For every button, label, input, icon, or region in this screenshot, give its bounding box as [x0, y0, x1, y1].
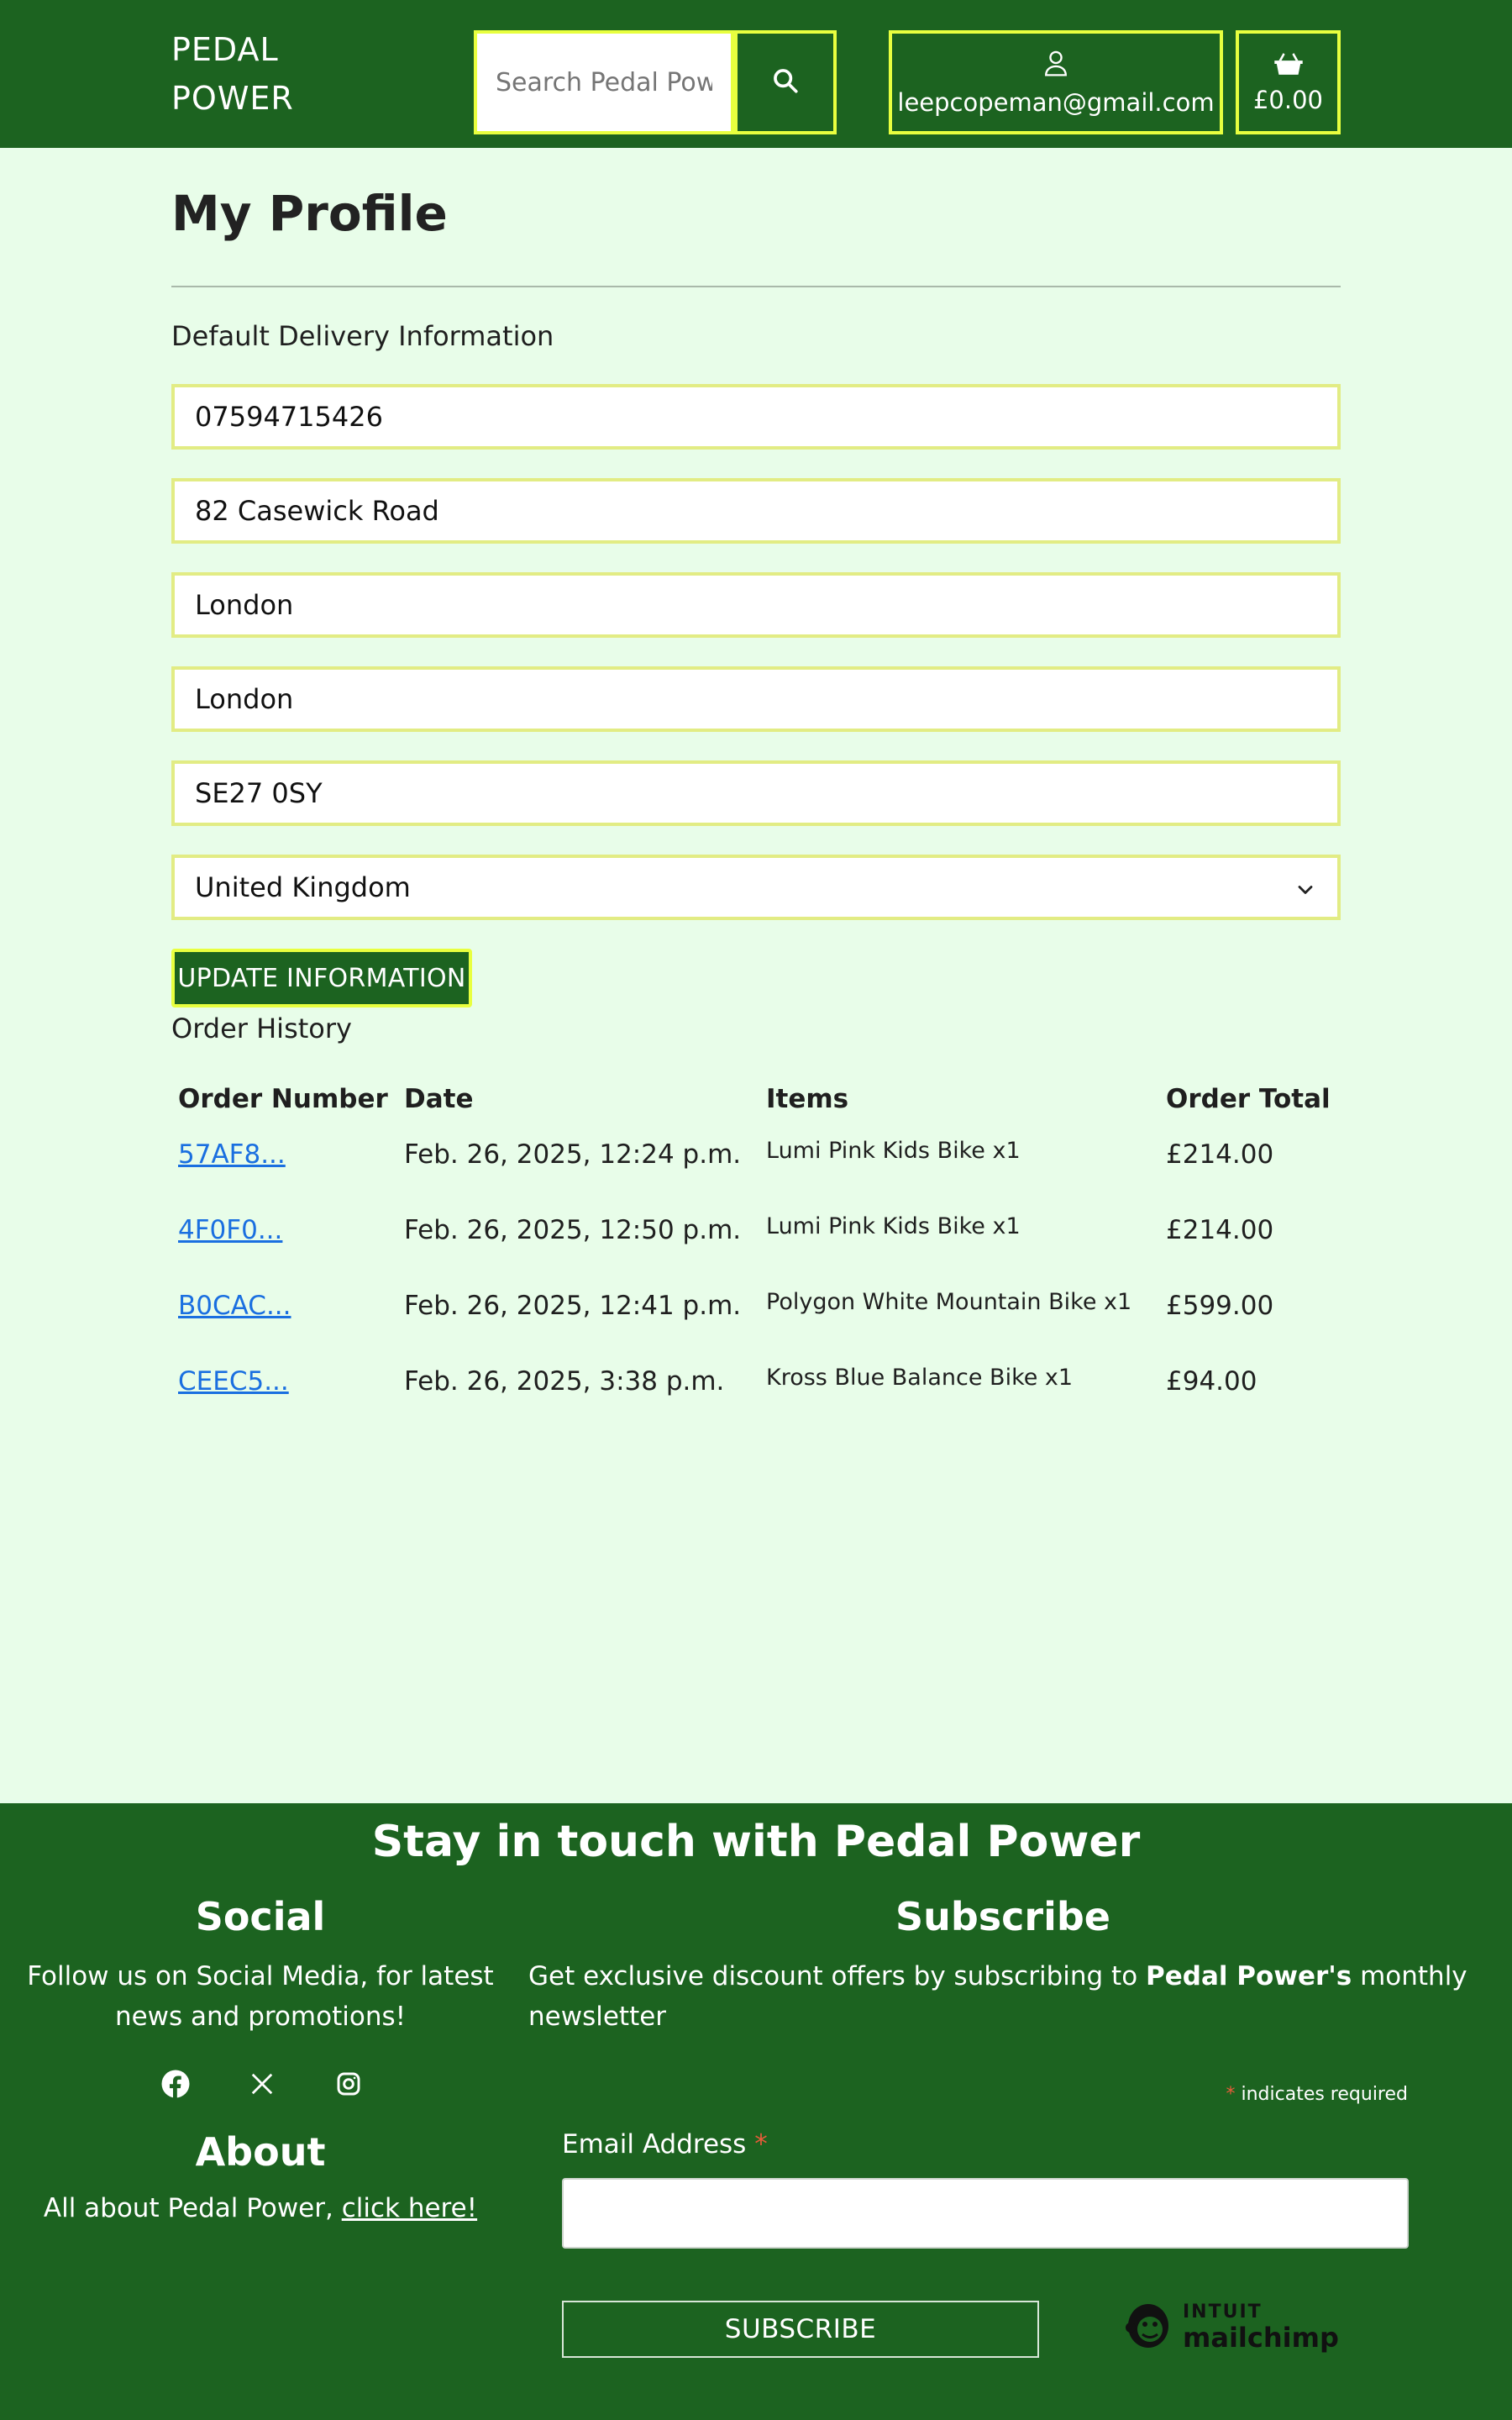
required-star: * — [1226, 2084, 1236, 2105]
col-header-order-number: Order Number — [178, 1084, 388, 1114]
order-date: Feb. 26, 2025, 3:38 p.m. — [404, 1366, 725, 1397]
street-address-field[interactable]: 82 Casewick Road — [171, 478, 1341, 544]
order-total: £214.00 — [1166, 1139, 1274, 1170]
subscribe-text-1: Get exclusive discount offers by subscri… — [528, 1961, 1138, 1991]
email-input[interactable] — [562, 2178, 1409, 2249]
county-field[interactable]: London — [171, 666, 1341, 732]
cart-total: £0.00 — [1252, 85, 1324, 114]
email-label-text: Email Address — [562, 2129, 747, 2160]
about-heading: About — [195, 2129, 326, 2175]
required-note-text: indicates required — [1241, 2084, 1408, 2105]
order-total: £214.00 — [1166, 1215, 1274, 1245]
order-date: Feb. 26, 2025, 12:50 p.m. — [404, 1215, 742, 1245]
town-value: London — [195, 589, 294, 621]
chevron-down-icon — [1294, 876, 1317, 908]
account-button[interactable]: leepcopeman@gmail.com — [889, 30, 1223, 134]
order-date: Feb. 26, 2025, 12:24 p.m. — [404, 1139, 742, 1170]
mailchimp-logo[interactable]: INTUIT mailchimp — [1122, 2296, 1339, 2354]
social-text: Follow us on Social Media, for latest ne… — [0, 1956, 521, 2037]
county-value: London — [195, 683, 294, 715]
order-number-link[interactable]: 4F0F0... — [178, 1215, 282, 1245]
about-text-body: All about Pedal Power, — [43, 2193, 333, 2223]
country-value: United Kingdom — [195, 871, 411, 903]
social-text-line-2: news and promotions! — [114, 2002, 407, 2032]
required-note: * indicates required — [1226, 2084, 1408, 2105]
delivery-section-label: Default Delivery Information — [171, 320, 554, 352]
postcode-value: SE27 0SY — [195, 777, 323, 809]
order-items: Kross Blue Balance Bike x1 — [766, 1365, 1074, 1391]
phone-field[interactable]: 07594715426 — [171, 384, 1341, 450]
search-icon — [771, 66, 800, 98]
account-email: leepcopeman@gmail.com — [897, 87, 1215, 117]
order-number-link[interactable]: 57AF8... — [178, 1139, 286, 1170]
order-total: £94.00 — [1166, 1366, 1257, 1397]
col-header-order-total: Order Total — [1166, 1084, 1331, 1114]
subscribe-text: Get exclusive discount offers by subscri… — [528, 1956, 1478, 2037]
site-footer: Stay in touch with Pedal Power Social Fo… — [0, 1803, 1512, 2420]
order-number-link[interactable]: CEEC5... — [178, 1366, 289, 1397]
about-text: All about Pedal Power, click here! — [0, 2188, 521, 2228]
brand-line-1: PEDAL — [171, 31, 279, 68]
postcode-field[interactable]: SE27 0SY — [171, 760, 1341, 826]
order-total: £599.00 — [1166, 1291, 1274, 1321]
subscribe-button[interactable]: SUBSCRIBE — [562, 2301, 1039, 2358]
site-header: PEDAL POWER leepcopeman@gmail.com £0.00 — [0, 0, 1512, 148]
cart-button[interactable]: £0.00 — [1236, 30, 1341, 134]
street-value: 82 Casewick Road — [195, 495, 439, 527]
order-items: Lumi Pink Kids Bike x1 — [766, 1213, 1021, 1239]
x-icon[interactable] — [245, 2067, 279, 2101]
phone-value: 07594715426 — [195, 401, 383, 433]
subscribe-brand: Pedal Power's — [1146, 1961, 1352, 1991]
subscribe-text-2: monthly — [1360, 1961, 1467, 1991]
order-items: Polygon White Mountain Bike x1 — [766, 1289, 1132, 1315]
social-text-line-1: Follow us on Social Media, for latest — [27, 1961, 494, 1991]
brand-line-2: POWER — [171, 80, 294, 117]
country-select[interactable]: United Kingdom — [171, 855, 1341, 920]
search-button[interactable] — [734, 30, 837, 134]
order-items: Lumi Pink Kids Bike x1 — [766, 1138, 1021, 1164]
facebook-icon[interactable] — [159, 2067, 192, 2101]
subscribe-text-3: newsletter — [528, 2002, 667, 2032]
town-field[interactable]: London — [171, 572, 1341, 638]
basket-icon — [1273, 51, 1304, 82]
page-title: My Profile — [171, 185, 448, 242]
mailchimp-wordmark: INTUIT mailchimp — [1183, 2300, 1339, 2354]
col-header-items: Items — [766, 1084, 849, 1114]
mailchimp-icon — [1122, 2296, 1174, 2354]
order-number-link[interactable]: B0CAC... — [178, 1291, 291, 1321]
search-input[interactable] — [474, 30, 734, 134]
subscribe-heading: Subscribe — [895, 1894, 1111, 1939]
divider — [171, 286, 1341, 287]
mailchimp-line-2: mailchimp — [1183, 2322, 1339, 2354]
col-header-date: Date — [404, 1084, 474, 1114]
user-icon — [1042, 49, 1069, 83]
email-label: Email Address * — [562, 2129, 768, 2160]
update-information-button[interactable]: UPDATE INFORMATION — [171, 949, 472, 1007]
email-required-star: * — [754, 2129, 768, 2160]
order-date: Feb. 26, 2025, 12:41 p.m. — [404, 1291, 742, 1321]
site-logo[interactable]: PEDAL POWER — [171, 25, 294, 123]
order-history-title: Order History — [171, 1013, 352, 1044]
instagram-icon[interactable] — [332, 2067, 365, 2101]
footer-title: Stay in touch with Pedal Power — [371, 1817, 1141, 1867]
about-link[interactable]: click here! — [342, 2193, 477, 2223]
social-heading: Social — [195, 1894, 326, 1939]
